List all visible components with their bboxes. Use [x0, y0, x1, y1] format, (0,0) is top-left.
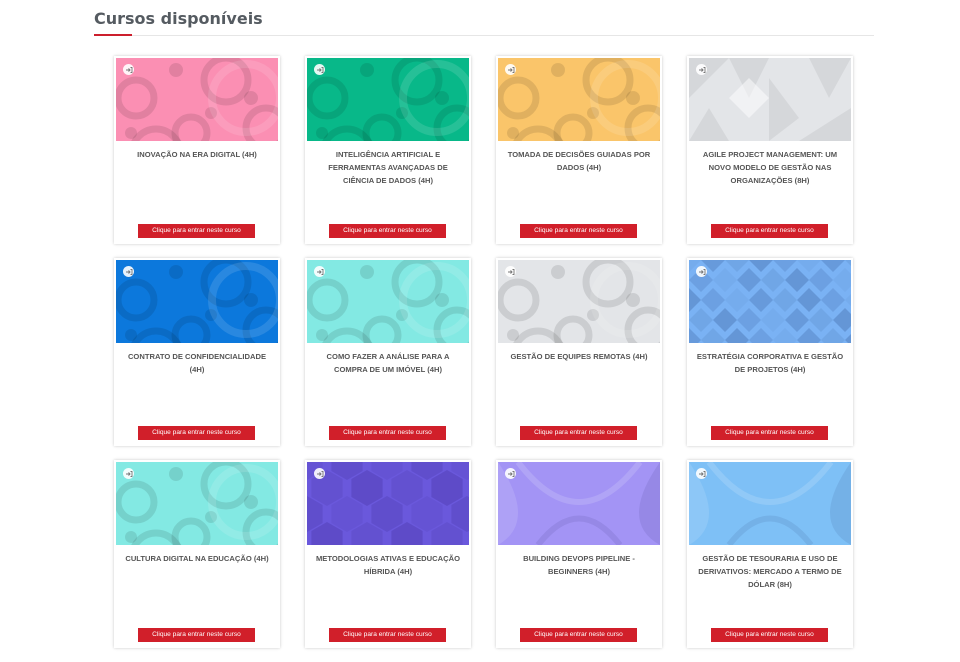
enter-course-button[interactable]: Clique para entrar neste curso — [711, 628, 828, 642]
enter-course-icon — [696, 266, 707, 277]
course-card: CULTURA DIGITAL NA EDUCAÇÃO (4H) Clique p… — [114, 460, 280, 648]
cover-pattern — [689, 462, 851, 545]
course-title[interactable]: CONTRATO DE CONFIDENCIALIDADE (4H) — [122, 350, 272, 376]
course-cover-image[interactable] — [498, 462, 660, 545]
enter-course-button[interactable]: Clique para entrar neste curso — [520, 628, 637, 642]
section-header: Cursos disponíveis — [94, 8, 874, 36]
enter-course-button[interactable]: Clique para entrar neste curso — [329, 224, 446, 238]
cover-pattern — [307, 58, 469, 141]
course-title[interactable]: CULTURA DIGITAL NA EDUCAÇÃO (4H) — [122, 552, 272, 565]
course-cover-image[interactable] — [689, 260, 851, 343]
cover-pattern — [116, 462, 278, 545]
course-card: AGILE PROJECT MANAGEMENT: UM NOVO MODELO… — [687, 56, 853, 244]
course-card: GESTÃO DE TESOURARIA E USO DE DERIVATIVO… — [687, 460, 853, 648]
cover-pattern — [498, 462, 660, 545]
course-title[interactable]: METODOLOGIAS ATIVAS E EDUCAÇÃO HÍBRIDA (… — [313, 552, 463, 578]
course-cover-image[interactable] — [116, 462, 278, 545]
enter-course-button[interactable]: Clique para entrar neste curso — [138, 426, 255, 440]
course-card: TOMADA DE DECISÕES GUIADAS POR DADOS (4H… — [496, 56, 662, 244]
cover-pattern — [498, 58, 660, 141]
course-title[interactable]: ESTRATÉGIA CORPORATIVA E GESTÃO DE PROJE… — [695, 350, 845, 376]
page-title: Cursos disponíveis — [94, 9, 263, 28]
course-grid: INOVAÇÃO NA ERA DIGITAL (4H) Clique para … — [114, 56, 853, 648]
course-cover-image[interactable] — [116, 58, 278, 141]
enter-course-button[interactable]: Clique para entrar neste curso — [520, 426, 637, 440]
course-cover-image[interactable] — [307, 462, 469, 545]
enter-course-icon — [696, 64, 707, 75]
course-cover-image[interactable] — [498, 260, 660, 343]
cover-pattern — [116, 58, 278, 141]
cover-pattern — [498, 260, 660, 343]
enter-course-button[interactable]: Clique para entrar neste curso — [138, 628, 255, 642]
enter-course-button[interactable]: Clique para entrar neste curso — [138, 224, 255, 238]
cover-pattern — [307, 260, 469, 343]
enter-course-button[interactable]: Clique para entrar neste curso — [520, 224, 637, 238]
enter-course-icon — [123, 468, 134, 479]
course-card: CONTRATO DE CONFIDENCIALIDADE (4H) Clique… — [114, 258, 280, 446]
cover-pattern — [307, 462, 469, 545]
course-title[interactable]: GESTÃO DE TESOURARIA E USO DE DERIVATIVO… — [695, 552, 845, 591]
course-card: INOVAÇÃO NA ERA DIGITAL (4H) Clique para … — [114, 56, 280, 244]
course-cover-image[interactable] — [116, 260, 278, 343]
enter-course-icon — [314, 64, 325, 75]
course-card: METODOLOGIAS ATIVAS E EDUCAÇÃO HÍBRIDA (… — [305, 460, 471, 648]
cover-pattern — [116, 260, 278, 343]
enter-course-button[interactable]: Clique para entrar neste curso — [711, 224, 828, 238]
enter-course-button[interactable]: Clique para entrar neste curso — [329, 426, 446, 440]
cover-pattern — [689, 58, 851, 141]
course-cover-image[interactable] — [307, 58, 469, 141]
course-cover-image[interactable] — [498, 58, 660, 141]
enter-course-button[interactable]: Clique para entrar neste curso — [711, 426, 828, 440]
course-card: GESTÃO DE EQUIPES REMOTAS (4H) Clique par… — [496, 258, 662, 446]
course-card: BUILDING DEVOPS PIPELINE - BEGINNERS (4H… — [496, 460, 662, 648]
course-title[interactable]: TOMADA DE DECISÕES GUIADAS POR DADOS (4H… — [504, 148, 654, 174]
course-title[interactable]: AGILE PROJECT MANAGEMENT: UM NOVO MODELO… — [695, 148, 845, 187]
enter-course-icon — [314, 468, 325, 479]
enter-course-icon — [123, 64, 134, 75]
enter-course-icon — [696, 468, 707, 479]
course-card: ESTRATÉGIA CORPORATIVA E GESTÃO DE PROJE… — [687, 258, 853, 446]
enter-course-icon — [123, 266, 134, 277]
course-cover-image[interactable] — [307, 260, 469, 343]
enter-course-icon — [505, 64, 516, 75]
course-title[interactable]: BUILDING DEVOPS PIPELINE - BEGINNERS (4H… — [504, 552, 654, 578]
title-divider — [94, 34, 874, 36]
course-title[interactable]: INOVAÇÃO NA ERA DIGITAL (4H) — [122, 148, 272, 161]
course-card: INTELIGÊNCIA ARTIFICIAL E FERRAMENTAS AV… — [305, 56, 471, 244]
course-title[interactable]: COMO FAZER A ANÁLISE PARA A COMPRA DE UM… — [313, 350, 463, 376]
course-card: COMO FAZER A ANÁLISE PARA A COMPRA DE UM… — [305, 258, 471, 446]
cover-pattern — [689, 260, 851, 343]
course-title[interactable]: GESTÃO DE EQUIPES REMOTAS (4H) — [504, 350, 654, 363]
course-cover-image[interactable] — [689, 462, 851, 545]
enter-course-icon — [505, 468, 516, 479]
course-cover-image[interactable] — [689, 58, 851, 141]
enter-course-icon — [505, 266, 516, 277]
course-title[interactable]: INTELIGÊNCIA ARTIFICIAL E FERRAMENTAS AV… — [313, 148, 463, 187]
enter-course-button[interactable]: Clique para entrar neste curso — [329, 628, 446, 642]
enter-course-icon — [314, 266, 325, 277]
